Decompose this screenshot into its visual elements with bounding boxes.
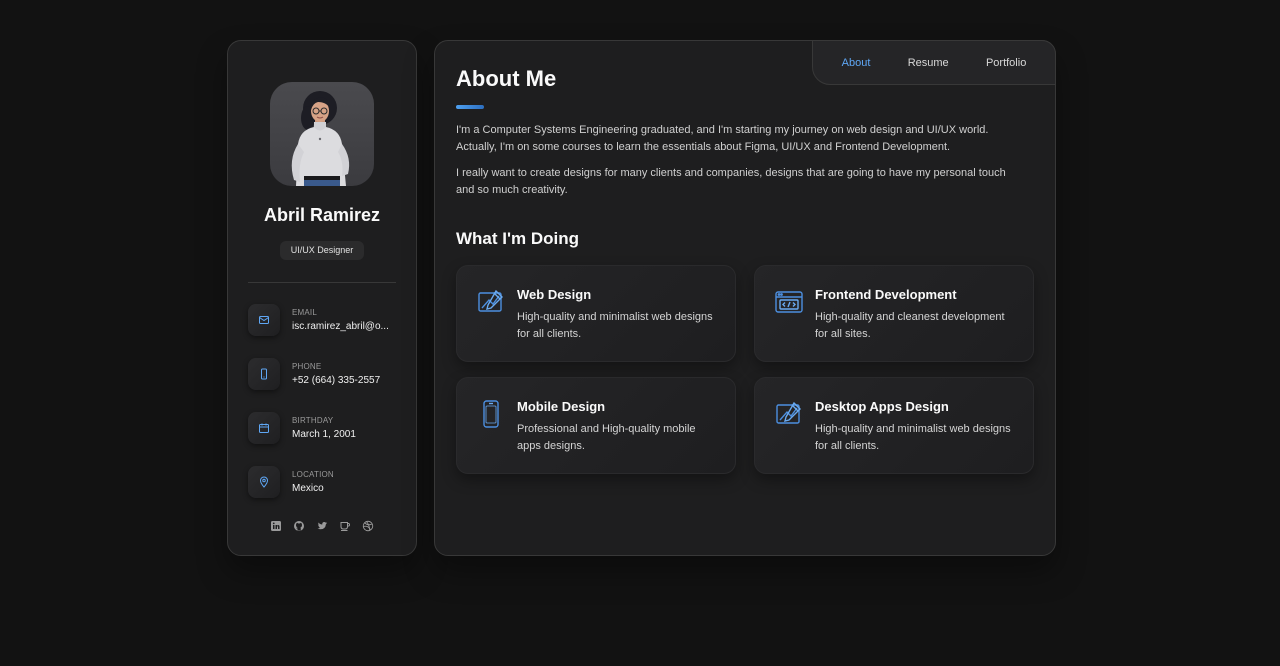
contact-birthday-value: March 1, 2001	[292, 429, 356, 440]
service-card-frontend-development: Frontend Development High-quality and cl…	[754, 265, 1034, 362]
profile-sidebar: Abril Ramirez UI/UX Designer Email isc.r…	[227, 40, 417, 556]
services-title: What I'm Doing	[456, 229, 580, 248]
service-title: Mobile Design	[517, 399, 606, 414]
code-window-icon	[775, 288, 803, 316]
nav-about[interactable]: About	[842, 57, 871, 69]
contact-phone-label: Phone	[292, 362, 322, 371]
mail-icon	[248, 304, 280, 336]
dribbble-icon[interactable]	[362, 519, 375, 532]
contact-email-value[interactable]: isc.ramirez_abril@o...	[292, 321, 389, 332]
desktop-design-icon	[775, 400, 803, 428]
profile-title-badge: UI/UX Designer	[280, 241, 364, 260]
linkedin-icon[interactable]	[270, 519, 283, 532]
contact-email: Email isc.ramirez_abril@o...	[248, 304, 408, 338]
contact-birthday-label: Birthday	[292, 416, 334, 425]
contact-birthday: Birthday March 1, 2001	[248, 412, 408, 446]
contact-phone-value[interactable]: +52 (664) 335-2557	[292, 375, 380, 386]
contact-phone: Phone +52 (664) 335-2557	[248, 358, 408, 392]
service-description: High-quality and minimalist web designs …	[517, 311, 713, 340]
calendar-icon	[248, 412, 280, 444]
nav-resume[interactable]: Resume	[908, 57, 949, 69]
web-design-icon	[477, 288, 505, 316]
title-underline	[456, 105, 484, 109]
service-description: Professional and High-quality mobile app…	[517, 423, 696, 452]
about-paragraph-1: I'm a Computer Systems Engineering gradu…	[456, 124, 989, 153]
avatar	[270, 82, 374, 186]
coffee-icon[interactable]	[339, 519, 352, 532]
service-card-mobile-design: Mobile Design Professional and High-qual…	[456, 377, 736, 474]
sidebar-separator	[248, 282, 396, 283]
mobile-icon	[477, 400, 505, 428]
contact-location: Location Mexico	[248, 466, 408, 500]
contact-location-label: Location	[292, 470, 334, 479]
service-title: Web Design	[517, 287, 592, 302]
service-title: Desktop Apps Design	[815, 399, 949, 414]
avatar-illustration	[291, 91, 350, 186]
twitter-icon[interactable]	[316, 519, 329, 532]
contact-email-label: Email	[292, 308, 318, 317]
service-title: Frontend Development	[815, 287, 957, 302]
nav-portfolio[interactable]: Portfolio	[986, 57, 1026, 69]
top-navbar: About Resume Portfolio	[812, 40, 1056, 85]
contact-location-value: Mexico	[292, 483, 324, 494]
location-pin-icon	[248, 466, 280, 498]
service-card-desktop-apps-design: Desktop Apps Design High-quality and min…	[754, 377, 1034, 474]
profile-name: Abril Ramirez	[263, 205, 381, 225]
main-panel: About Resume Portfolio About Me I'm a Co…	[434, 40, 1056, 556]
page-title: About Me	[456, 66, 557, 91]
service-description: High-quality and minimalist web designs …	[815, 423, 1011, 452]
phone-icon	[248, 358, 280, 390]
service-description: High-quality and cleanest development fo…	[815, 311, 1005, 340]
service-card-web-design: Web Design High-quality and minimalist w…	[456, 265, 736, 362]
social-links	[228, 519, 416, 532]
about-paragraph-2: I really want to create designs for many…	[456, 167, 1006, 196]
github-icon[interactable]	[293, 519, 306, 532]
